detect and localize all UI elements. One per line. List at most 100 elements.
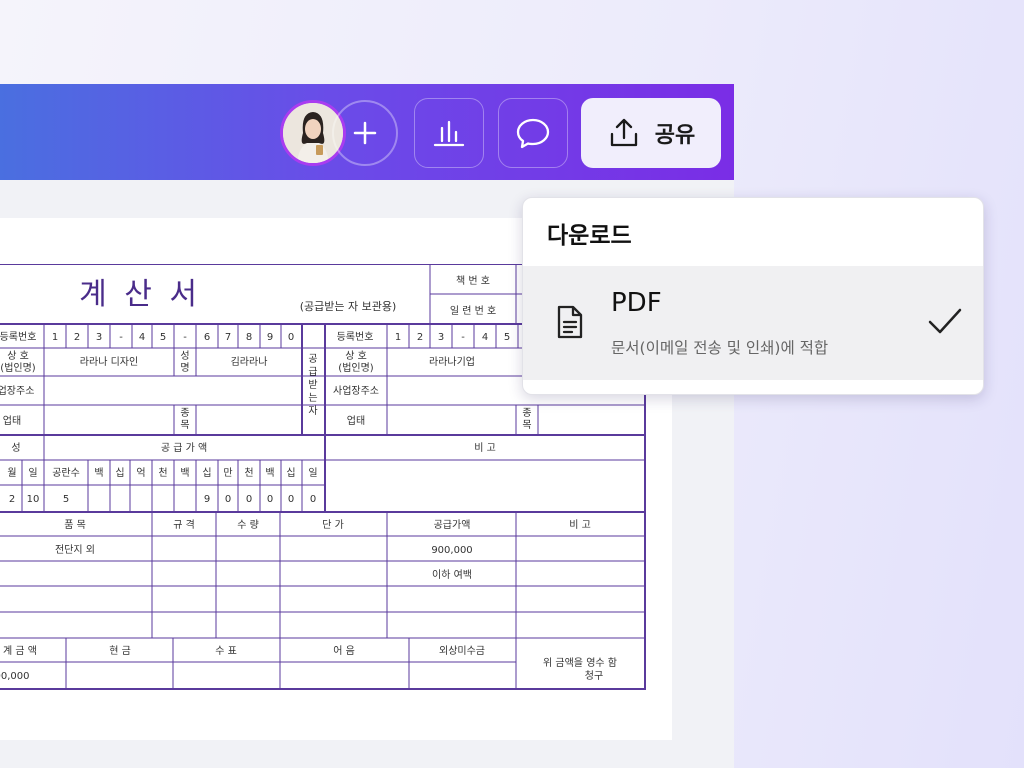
svg-text:-: - bbox=[461, 332, 465, 343]
svg-text:백: 백 bbox=[265, 467, 274, 479]
svg-text:2: 2 bbox=[9, 494, 15, 505]
svg-text:공: 공 bbox=[308, 353, 317, 365]
svg-text:0: 0 bbox=[288, 332, 294, 343]
svg-text:자: 자 bbox=[308, 405, 317, 417]
download-dropdown: 다운로드 PDF 문서(이메일 전송 및 인쇄)에 적합 bbox=[522, 197, 984, 395]
svg-text:4: 4 bbox=[482, 332, 488, 343]
svg-text:위 금액을 영수 함: 위 금액을 영수 함 bbox=[543, 656, 617, 669]
svg-text:업태: 업태 bbox=[3, 414, 21, 427]
serial-no-label: 일 련 번 호 bbox=[450, 305, 496, 317]
svg-text:억: 억 bbox=[136, 467, 145, 479]
pdf-option-description: 문서(이메일 전송 및 인쇄)에 적합 bbox=[611, 339, 829, 357]
svg-text:월: 월 bbox=[7, 467, 16, 479]
svg-text:9: 9 bbox=[267, 332, 273, 343]
svg-text:업태: 업태 bbox=[347, 414, 365, 427]
svg-text:계 금 액: 계 금 액 bbox=[3, 645, 37, 657]
svg-text:2: 2 bbox=[417, 332, 423, 343]
svg-text:십: 십 bbox=[202, 467, 211, 479]
svg-text:일: 일 bbox=[28, 467, 37, 479]
supplier-name: 라라나 디자인 bbox=[80, 356, 138, 368]
svg-text:단 가: 단 가 bbox=[322, 519, 344, 531]
svg-text:10: 10 bbox=[27, 494, 40, 505]
svg-text:0: 0 bbox=[225, 494, 231, 505]
svg-text:천: 천 bbox=[244, 467, 253, 479]
reg-no-label-right: 등록번호 bbox=[337, 331, 374, 343]
svg-text:십: 십 bbox=[286, 467, 295, 479]
reg-no-label-left: 등록번호 bbox=[0, 331, 36, 343]
insights-button[interactable] bbox=[414, 98, 484, 168]
svg-text:비 고: 비 고 bbox=[474, 442, 496, 454]
comment-button[interactable] bbox=[498, 98, 568, 168]
form-title: 계 산 서 bbox=[79, 277, 201, 312]
svg-text:1: 1 bbox=[52, 332, 58, 343]
svg-text:수 량: 수 량 bbox=[237, 519, 259, 531]
svg-text:목: 목 bbox=[522, 419, 531, 431]
svg-text:-: - bbox=[183, 332, 187, 343]
svg-text:(법인명): (법인명) bbox=[338, 362, 374, 374]
svg-text:명: 명 bbox=[180, 362, 189, 374]
svg-text:사업장주소: 사업장주소 bbox=[333, 384, 379, 397]
svg-text:8: 8 bbox=[246, 332, 252, 343]
plus-icon bbox=[353, 121, 377, 145]
svg-text:0: 0 bbox=[246, 494, 252, 505]
editor-app: 공유 계 산 서 (공급받는 자 보관용) 책 번 호 일 련 번 호 등록번호… bbox=[0, 84, 734, 768]
svg-text:규 격: 규 격 bbox=[173, 518, 195, 531]
svg-text:1: 1 bbox=[395, 332, 401, 343]
svg-text:공 급 가 액: 공 급 가 액 bbox=[161, 442, 207, 454]
svg-text:받: 받 bbox=[308, 379, 317, 391]
svg-text:십: 십 bbox=[115, 467, 124, 479]
share-button[interactable]: 공유 bbox=[581, 98, 721, 168]
svg-text:5: 5 bbox=[504, 332, 510, 343]
svg-text:백: 백 bbox=[180, 467, 189, 479]
svg-text:종: 종 bbox=[522, 407, 531, 419]
svg-text:업장주소: 업장주소 bbox=[0, 384, 34, 397]
svg-text:어 음: 어 음 bbox=[333, 645, 355, 657]
svg-text:00,000: 00,000 bbox=[0, 671, 30, 682]
svg-text:6: 6 bbox=[204, 332, 210, 343]
comment-icon bbox=[516, 118, 550, 149]
svg-text:상 호: 상 호 bbox=[7, 350, 29, 362]
svg-text:0: 0 bbox=[288, 494, 294, 505]
svg-text:급: 급 bbox=[308, 366, 317, 378]
svg-text:목: 목 bbox=[180, 419, 189, 431]
document-icon bbox=[557, 305, 583, 339]
chart-icon bbox=[433, 120, 465, 147]
svg-text:3: 3 bbox=[96, 332, 102, 343]
amount-row-2: 이하 여백 bbox=[432, 568, 472, 581]
svg-text:0: 0 bbox=[267, 494, 273, 505]
share-icon bbox=[610, 118, 637, 147]
svg-text:종: 종 bbox=[180, 407, 189, 419]
svg-text:-: - bbox=[119, 332, 123, 343]
svg-text:는: 는 bbox=[308, 392, 317, 404]
svg-text:성: 성 bbox=[11, 442, 20, 454]
svg-text:공란수: 공란수 bbox=[52, 467, 80, 479]
svg-text:성: 성 bbox=[180, 350, 189, 362]
pdf-option-label: PDF bbox=[611, 288, 662, 318]
download-title: 다운로드 bbox=[547, 223, 632, 249]
svg-text:5: 5 bbox=[63, 494, 69, 505]
svg-text:일: 일 bbox=[308, 467, 317, 479]
share-label: 공유 bbox=[654, 123, 696, 148]
amount-row-1: 900,000 bbox=[431, 545, 472, 556]
svg-text:9: 9 bbox=[204, 494, 210, 505]
svg-text:상 호: 상 호 bbox=[345, 350, 367, 362]
svg-text:4: 4 bbox=[139, 332, 145, 343]
svg-text:0: 0 bbox=[310, 494, 316, 505]
svg-text:5: 5 bbox=[160, 332, 166, 343]
item-row-1: 전단지 외 bbox=[55, 544, 95, 556]
svg-text:7: 7 bbox=[225, 332, 231, 343]
add-collaborator-button[interactable] bbox=[332, 100, 398, 166]
svg-text:공급가액: 공급가액 bbox=[434, 519, 471, 531]
svg-text:천: 천 bbox=[158, 467, 167, 479]
svg-text:품 목: 품 목 bbox=[64, 519, 86, 531]
svg-text:(법인명): (법인명) bbox=[0, 362, 36, 374]
pdf-option[interactable]: PDF 문서(이메일 전송 및 인쇄)에 적합 bbox=[523, 266, 983, 380]
check-icon bbox=[928, 308, 962, 334]
svg-text:3: 3 bbox=[438, 332, 444, 343]
top-toolbar: 공유 bbox=[0, 84, 734, 180]
form-subtitle: (공급받는 자 보관용) bbox=[300, 300, 397, 313]
svg-text:비 고: 비 고 bbox=[569, 519, 591, 531]
svg-text:2: 2 bbox=[74, 332, 80, 343]
receiver-name: 라라나기업 bbox=[429, 355, 475, 368]
svg-text:현 금: 현 금 bbox=[109, 645, 131, 657]
